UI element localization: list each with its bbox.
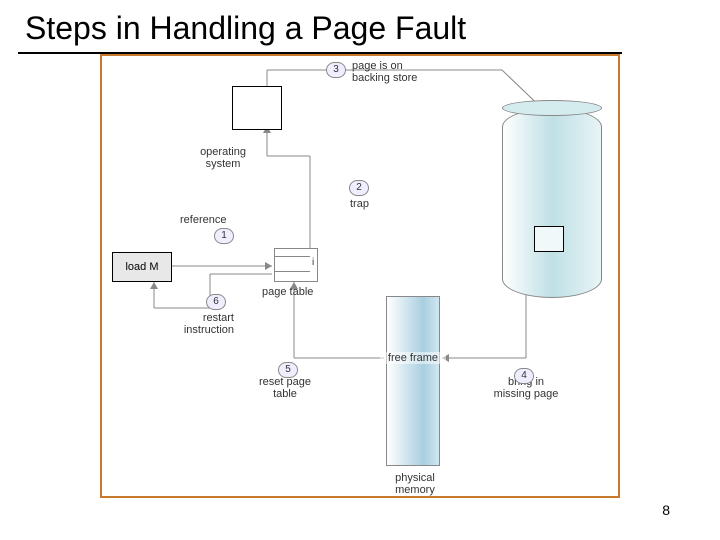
os-box	[232, 86, 282, 130]
page-fault-diagram: operating system load M reference i page…	[102, 56, 622, 500]
reference-label: reference	[180, 214, 226, 226]
i-flag: i	[312, 257, 314, 268]
free-frame-label: free frame	[380, 352, 446, 364]
disk-page	[534, 226, 564, 252]
os-label: operating system	[188, 146, 258, 170]
restart-label: restart instruction	[174, 312, 234, 336]
diagram-frame: operating system load M reference i page…	[100, 54, 620, 498]
slide-title: Steps in Handling a Page Fault	[25, 10, 466, 47]
page-on-store-label: page is on backing store	[352, 60, 432, 84]
step-5-badge: 5	[278, 362, 298, 378]
trap-label: trap	[350, 198, 369, 210]
physical-memory	[386, 296, 440, 466]
step-3-badge: 3	[326, 62, 346, 78]
page-table-label: page table	[262, 286, 313, 298]
reset-pt-label: reset page table	[250, 376, 320, 400]
backing-store	[502, 108, 602, 298]
load-m-box: load M	[112, 252, 172, 282]
step-1-badge: 1	[214, 228, 234, 244]
step-2-badge: 2	[349, 180, 369, 196]
step-6-badge: 6	[206, 294, 226, 310]
page-table-entry	[274, 256, 310, 272]
physical-memory-label: physical memory	[390, 472, 440, 496]
step-4-badge: 4	[514, 368, 534, 384]
page-number: 8	[662, 502, 670, 518]
